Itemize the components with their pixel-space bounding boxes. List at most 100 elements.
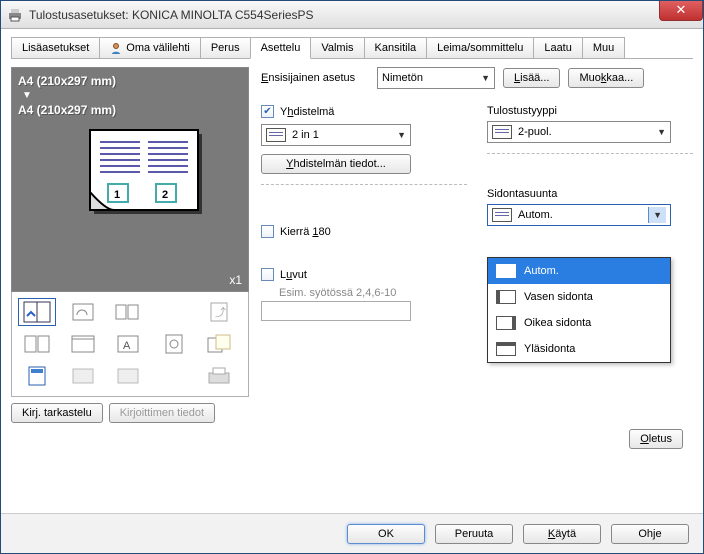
printer-info-button: Kirjoittimen tiedot bbox=[109, 403, 215, 423]
chapters-row: Luvut bbox=[261, 268, 467, 281]
binding-left-icon bbox=[496, 290, 516, 304]
divider bbox=[261, 184, 467, 185]
favorite-value: Nimetön bbox=[382, 72, 423, 84]
binding-label: Sidontasuunta bbox=[487, 188, 693, 200]
view-printer-button[interactable]: Kirj. tarkastelu bbox=[11, 403, 103, 423]
tab-finish[interactable]: Valmis bbox=[310, 37, 364, 58]
tab-quality[interactable]: Laatu bbox=[533, 37, 583, 58]
thumb-empty-1[interactable] bbox=[155, 298, 193, 326]
chevron-down-icon: ▼ bbox=[648, 207, 666, 223]
favorite-select[interactable]: Nimetön ▼ bbox=[377, 67, 495, 89]
apply-button[interactable]: Käytä bbox=[523, 524, 601, 544]
tab-mytab[interactable]: Oma välilehti bbox=[99, 37, 201, 58]
binding-option-right[interactable]: Oikea sidonta bbox=[488, 310, 670, 336]
chapters-checkbox[interactable] bbox=[261, 268, 274, 281]
cancel-button[interactable]: Peruuta bbox=[435, 524, 513, 544]
tab-label: Perus bbox=[211, 42, 240, 54]
combine-checkbox[interactable]: ✔ bbox=[261, 105, 274, 118]
combine-label: Yhdistelmä bbox=[280, 106, 334, 118]
tabstrip: Lisäasetukset Oma välilehti Perus Asette… bbox=[11, 37, 693, 59]
divider bbox=[487, 153, 693, 154]
chapters-input[interactable] bbox=[261, 301, 411, 321]
combine-select[interactable]: 2 in 1 ▼ bbox=[261, 124, 411, 146]
binding-top-icon bbox=[496, 342, 516, 356]
thumb-font[interactable]: A bbox=[109, 330, 147, 358]
left-column: A4 (210x297 mm) ▼ A4 (210x297 mm) 12 bbox=[11, 67, 249, 505]
thumb-misc-1[interactable] bbox=[64, 362, 102, 390]
tab-stamp[interactable]: Leima/sommittelu bbox=[426, 37, 534, 58]
tab-label: Oma välilehti bbox=[126, 42, 190, 54]
thumb-stamp[interactable] bbox=[155, 330, 193, 358]
settings-columns: ✔ Yhdistelmä 2 in 1 ▼ Yhdistelmän tiedot… bbox=[261, 105, 693, 321]
printtype-value: 2-puol. bbox=[518, 126, 552, 138]
binding-select[interactable]: Autom. ▼ bbox=[487, 204, 671, 226]
print-settings-window: Tulostusasetukset: KONICA MINOLTA C554Se… bbox=[0, 0, 704, 554]
tab-label: Asettelu bbox=[261, 42, 301, 54]
tab-label: Leima/sommittelu bbox=[437, 42, 523, 54]
preview-pane: A4 (210x297 mm) ▼ A4 (210x297 mm) 12 bbox=[11, 67, 249, 292]
tab-other[interactable]: Muu bbox=[582, 37, 625, 58]
thumb-empty-2[interactable] bbox=[155, 362, 193, 390]
binding-option-auto[interactable]: Autom. bbox=[488, 258, 670, 284]
tab-label: Muu bbox=[593, 42, 614, 54]
thumb-duplex[interactable] bbox=[18, 330, 56, 358]
feature-thumbnails: ⤴ A bbox=[11, 292, 249, 397]
tab-label: Kansitila bbox=[375, 42, 417, 54]
defaults-button[interactable]: Oletus bbox=[629, 429, 683, 449]
col-left: ✔ Yhdistelmä 2 in 1 ▼ Yhdistelmän tiedot… bbox=[261, 105, 467, 321]
svg-text:1: 1 bbox=[114, 189, 120, 201]
thumb-skip[interactable]: ⤴ bbox=[200, 298, 238, 326]
close-button[interactable]: ✕ bbox=[659, 1, 703, 21]
thumb-binding[interactable] bbox=[64, 330, 102, 358]
binding-auto-icon bbox=[492, 208, 512, 222]
client-area: Lisäasetukset Oma välilehti Perus Asette… bbox=[1, 29, 703, 513]
paper-dst-label: A4 (210x297 mm) bbox=[18, 103, 242, 117]
thumb-overlay[interactable] bbox=[200, 330, 238, 358]
binding-option-top[interactable]: Yläsidonta bbox=[488, 336, 670, 362]
tab-basic[interactable]: Perus bbox=[200, 37, 251, 58]
paper-src-label: A4 (210x297 mm) bbox=[18, 74, 242, 88]
thumb-tray[interactable] bbox=[200, 362, 238, 390]
ok-button[interactable]: OK bbox=[347, 524, 425, 544]
favorite-label: Ensisijainen asetus bbox=[261, 72, 369, 84]
option-label: Oikea sidonta bbox=[524, 317, 591, 329]
binding-option-left[interactable]: Vasen sidonta bbox=[488, 284, 670, 310]
printtype-select[interactable]: 2-puol. ▼ bbox=[487, 121, 671, 143]
binding-dropdown: Autom. Vasen sidonta Oikea sidonta bbox=[487, 257, 671, 363]
thumb-misc-2[interactable] bbox=[109, 362, 147, 390]
printer-icon bbox=[7, 7, 23, 23]
chevron-down-icon: ▼ bbox=[481, 73, 490, 83]
thumb-rotate[interactable] bbox=[64, 298, 102, 326]
svg-text:⤴: ⤴ bbox=[215, 305, 226, 319]
tab-label: Valmis bbox=[321, 42, 353, 54]
tab-label: Laatu bbox=[544, 42, 572, 54]
rotate-checkbox[interactable] bbox=[261, 225, 274, 238]
thumb-color[interactable] bbox=[18, 362, 56, 390]
favorite-edit-button[interactable]: Muokkaa... bbox=[568, 68, 644, 88]
tab-layout[interactable]: Asettelu bbox=[250, 37, 312, 59]
option-label: Yläsidonta bbox=[524, 343, 575, 355]
thumb-chapters[interactable] bbox=[109, 298, 147, 326]
tab-label: Lisäasetukset bbox=[22, 42, 89, 54]
tab-advanced[interactable]: Lisäasetukset bbox=[11, 37, 100, 58]
copy-count: x1 bbox=[229, 273, 242, 287]
chapters-hint: Esim. syötössä 2,4,6-10 bbox=[279, 287, 467, 299]
thumb-2in1[interactable] bbox=[18, 298, 56, 326]
tab-covermode[interactable]: Kansitila bbox=[364, 37, 428, 58]
favorite-add-button[interactable]: Lisää... bbox=[503, 68, 560, 88]
chevron-down-icon: ▼ bbox=[397, 130, 406, 140]
favorite-row: Ensisijainen asetus Nimetön ▼ Lisää... M… bbox=[261, 67, 693, 89]
combine-details-button[interactable]: Yhdistelmän tiedot... bbox=[261, 154, 411, 174]
person-icon bbox=[110, 42, 122, 54]
titlebar: Tulostusasetukset: KONICA MINOLTA C554Se… bbox=[1, 1, 703, 29]
printtype-label: Tulostustyyppi bbox=[487, 105, 693, 117]
left-buttons: Kirj. tarkastelu Kirjoittimen tiedot bbox=[11, 403, 249, 423]
binding-auto-icon bbox=[496, 264, 516, 278]
help-button[interactable]: Ohje bbox=[611, 524, 689, 544]
dialog-footer: OK Peruuta Käytä Ohje bbox=[1, 513, 703, 553]
rotate-label: Kierrä 180 bbox=[280, 226, 331, 238]
svg-text:2: 2 bbox=[162, 189, 168, 201]
col-right: Tulostustyyppi 2-puol. ▼ Sidontasuunta A… bbox=[487, 105, 693, 321]
combine-row: ✔ Yhdistelmä bbox=[261, 105, 467, 118]
right-area: Ensisijainen asetus Nimetön ▼ Lisää... M… bbox=[261, 67, 693, 505]
